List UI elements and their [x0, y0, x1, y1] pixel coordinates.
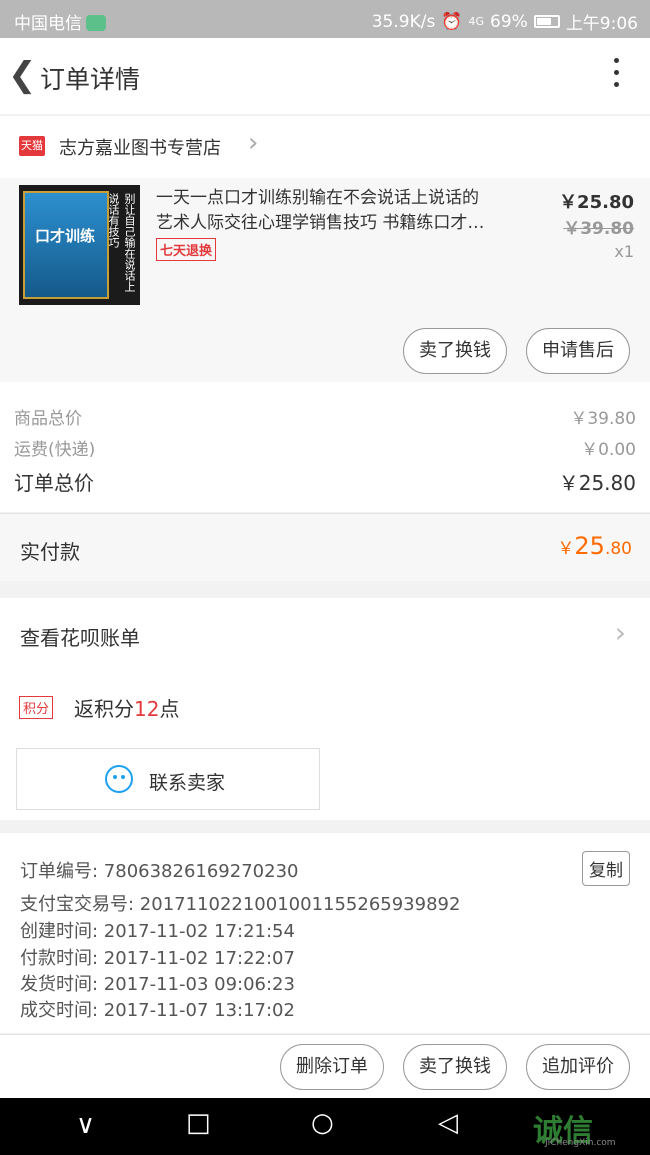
alarm-icon: ⏰: [441, 11, 463, 32]
actual-payment-row: 实付款 ￥25.80: [0, 513, 650, 581]
contact-seller-button[interactable]: 联系卖家: [16, 748, 320, 810]
shop-row[interactable]: 天猫 志方嘉业图书专营店 ›: [0, 116, 650, 178]
actual-payment-label: 实付款: [20, 540, 80, 564]
points-text: 返积分12点: [74, 693, 179, 722]
paid-time: 付款时间: 2017-11-02 17:22:07: [20, 948, 295, 969]
seven-day-return-tag: 七天退换: [156, 238, 217, 261]
alipay-trade-number: 支付宝交易号: 2017110221001001155265939892: [20, 894, 461, 915]
points-suffix: 点: [159, 697, 180, 721]
product-thumbnail[interactable]: 口才训练 别让自己输在说话上 说话有技巧: [19, 185, 140, 305]
battery-percent: 69%: [490, 11, 528, 32]
points-badge: 积分: [19, 696, 54, 719]
price-summary: 商品总价 ￥39.80 运费(快递) ￥0.00 订单总价 ￥25.80: [0, 382, 650, 512]
order-total-label: 订单总价: [14, 471, 94, 495]
chevron-right-icon[interactable]: ›: [615, 616, 626, 649]
status-left: 中国电信: [14, 9, 106, 34]
product-name[interactable]: 一天一点口才训练别输在不会说话上说话的 艺术人际交往心理学销售技巧 书籍练口才…: [156, 186, 536, 236]
book-cover-title: 口才训练: [34, 227, 95, 245]
back-chevron-icon[interactable]: ❮: [8, 56, 37, 94]
more-menu-icon[interactable]: [614, 58, 620, 92]
book-cover-side-text: 别让自己输在说话上 说话有技巧: [107, 193, 136, 292]
app-header: ❮ 订单详情: [0, 38, 650, 114]
sell-for-cash-button[interactable]: 卖了换钱: [403, 328, 507, 374]
nav-back-icon[interactable]: ◁: [438, 1108, 458, 1138]
battery-icon: [533, 15, 560, 28]
points-value: 12: [134, 697, 160, 721]
shipping-label: 运费(快递): [14, 440, 96, 460]
product-quantity: x1: [614, 242, 634, 261]
nav-collapse-chevron-icon[interactable]: ∨: [76, 1110, 95, 1140]
payment-currency: ￥: [557, 539, 575, 559]
tmall-badge: 天猫: [19, 136, 45, 156]
status-bar: 中国电信 35.9K/s ⏰ 4G 69% 上午9:06: [0, 0, 650, 38]
shipped-time: 发货时间: 2017-11-03 09:06:23: [20, 974, 295, 995]
copy-button[interactable]: 复制: [582, 851, 630, 886]
contact-seller-label: 联系卖家: [149, 772, 226, 794]
payment-decimal: .80: [604, 539, 632, 559]
product-item[interactable]: 口才训练 别让自己输在说话上 说话有技巧 一天一点口才训练别输在不会说话上说话的…: [0, 178, 650, 382]
shop-name[interactable]: 志方嘉业图书专营店: [59, 134, 221, 160]
completed-time: 成交时间: 2017-11-07 13:17:02: [20, 1000, 295, 1021]
nav-home-icon[interactable]: ○: [311, 1108, 334, 1138]
product-name-line1: 一天一点口才训练别输在不会说话上说话的: [156, 188, 479, 208]
product-name-line2: 艺术人际交往心理学销售技巧 书籍练口才…: [156, 213, 485, 233]
product-price: ￥25.80: [559, 192, 634, 213]
payment-integer: 25: [574, 532, 605, 560]
eye-icon: [86, 15, 106, 31]
product-original-price: ￥39.80: [563, 219, 634, 239]
delete-order-button[interactable]: 删除订单: [280, 1044, 384, 1090]
shipping-value: ￥0.00: [581, 440, 636, 460]
order-number: 订单编号: 78063826169270230: [20, 861, 299, 882]
watermark-url: JiChengXin.com: [545, 1138, 616, 1148]
bottom-action-bar: 删除订单 卖了换钱 追加评价: [0, 1034, 650, 1098]
add-review-button[interactable]: 追加评价: [526, 1044, 630, 1090]
chevron-right-icon: ›: [248, 128, 259, 158]
goods-total-value: ￥39.80: [570, 409, 636, 429]
clock: 上午9:06: [565, 14, 638, 34]
order-total-value: ￥25.80: [558, 471, 636, 495]
created-time: 创建时间: 2017-11-02 17:21:54: [20, 921, 295, 942]
page-title: 订单详情: [40, 65, 141, 94]
system-nav-bar: ∨ □ ○ ◁ 诚信 JiChengXin.com: [0, 1098, 650, 1155]
extras-section: 查看花呗账单 › 积分 返积分12点 联系卖家: [0, 598, 650, 820]
apply-after-sales-button[interactable]: 申请售后: [526, 328, 630, 374]
actual-payment-value: ￥25.80: [557, 532, 632, 560]
carrier-label: 中国电信: [14, 14, 82, 34]
status-right: 35.9K/s ⏰ 4G 69% 上午9:06: [371, 9, 638, 35]
order-info: 订单编号: 78063826169270230 复制 支付宝交易号: 20171…: [0, 833, 650, 1033]
points-prefix: 返积分: [74, 697, 134, 721]
chat-face-icon: [105, 765, 133, 793]
huabei-bill-link[interactable]: 查看花呗账单: [20, 622, 140, 651]
sell-for-cash-bottom-button[interactable]: 卖了换钱: [403, 1044, 507, 1090]
goods-total-label: 商品总价: [14, 409, 82, 429]
network-speed: 35.9K/s: [371, 11, 436, 32]
nav-recent-apps-icon[interactable]: □: [186, 1108, 211, 1138]
network-type: 4G: [468, 15, 485, 28]
